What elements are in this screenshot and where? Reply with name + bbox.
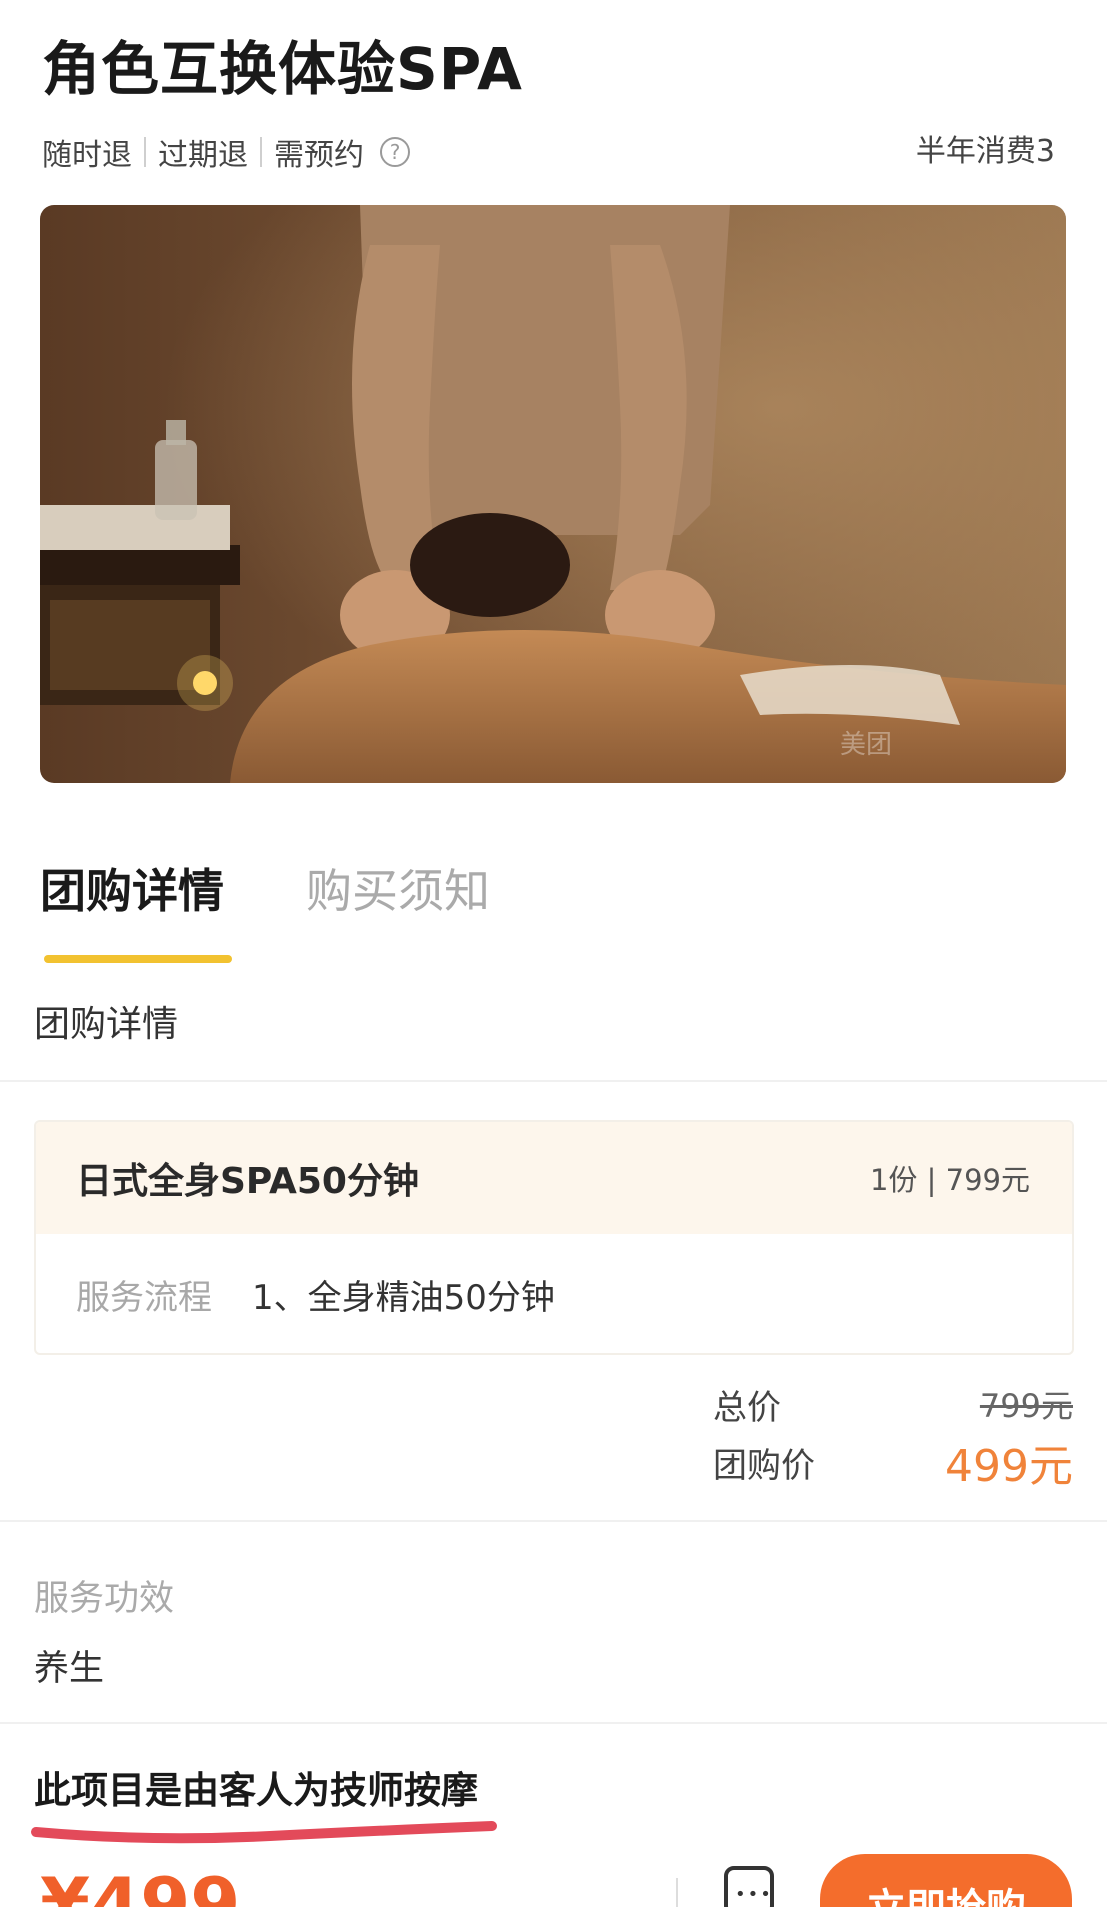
group-price-value: 499元	[945, 1441, 1073, 1492]
product-photo[interactable]: 美团	[40, 205, 1066, 783]
tab-group-deal-details[interactable]: 团购详情	[40, 855, 224, 921]
policy-separator	[260, 137, 262, 167]
total-price-value: 799元	[979, 1387, 1073, 1425]
active-tab-indicator	[44, 955, 232, 963]
deal-card-header: 日式全身SPA50分钟 1份 | 799元	[36, 1122, 1072, 1234]
red-annotation-underline	[31, 1821, 497, 1844]
chat-bubble-icon[interactable]: •••	[724, 1866, 774, 1907]
policy-anytime-refund: 随时退	[42, 138, 132, 173]
policy-separator	[144, 137, 146, 167]
deal-item-name: 日式全身SPA50分钟	[76, 1161, 419, 1202]
tab-purchase-notice[interactable]: 购买须知	[306, 855, 490, 921]
total-price-row: 总价 799元	[713, 1375, 1073, 1433]
deal-card: 日式全身SPA50分钟 1份 | 799元 服务流程 1、全身精油50分钟	[34, 1120, 1074, 1355]
role-swap-note: 此项目是由客人为技师按摩	[34, 1769, 478, 1812]
deal-item-quantity-price: 1份 | 799元	[869, 1163, 1030, 1197]
group-price-label: 团购价	[713, 1445, 815, 1486]
service-effect-title: 服务功效	[34, 1579, 175, 1619]
photo-watermark: 美团	[840, 730, 892, 760]
price-summary: 总价 799元 团购价 499元	[713, 1375, 1073, 1492]
product-title: 角色互换体验SPA	[42, 35, 523, 103]
divider	[0, 1722, 1107, 1724]
service-flow-label: 服务流程	[76, 1277, 212, 1318]
divider	[0, 1520, 1107, 1522]
group-price-row: 团购价 499元	[713, 1433, 1073, 1492]
service-flow-value: 1、全身精油50分钟	[252, 1277, 555, 1318]
policy-expired-refund: 过期退	[158, 138, 248, 173]
section-heading: 团购详情	[34, 1004, 179, 1045]
detail-tabs: 团购详情 购买须知	[40, 855, 572, 921]
total-price-label: 总价	[713, 1387, 781, 1428]
bottom-price: ¥499	[40, 1862, 241, 1907]
deal-card-body: 服务流程 1、全身精油50分钟	[36, 1234, 1072, 1353]
sales-count: 半年消费3	[915, 134, 1055, 169]
bottom-bar-separator	[676, 1878, 678, 1907]
massage-photo-illustration: 美团	[40, 205, 1066, 783]
divider	[0, 1080, 1107, 1082]
policy-reservation: 需预约	[274, 138, 364, 173]
question-circle-icon[interactable]: ?	[380, 137, 410, 167]
refund-policy-row: 随时退 过期退 需预约 ?	[42, 132, 410, 173]
buy-now-button[interactable]: 立即抢购	[820, 1854, 1072, 1907]
service-effect-value: 养生	[34, 1649, 105, 1689]
